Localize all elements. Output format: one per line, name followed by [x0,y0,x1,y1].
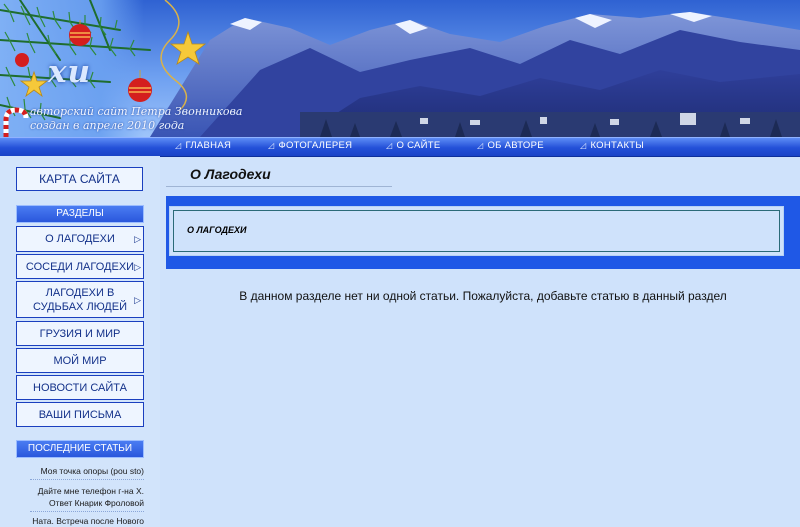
sidebar-item-label: СОСЕДИ ЛАГОДЕХИ [25,260,135,273]
sidebar-item-site-news[interactable]: НОВОСТИ САЙТА [16,375,144,400]
sidebar-item-label: О ЛАГОДЕХИ [45,233,115,245]
main-navigation: ◿ ГЛАВНАЯ ◿ ФОТОГАЛЕРЕЯ ◿ О САЙТЕ ◿ ОБ АВТОР… [0,137,800,157]
latest-article-link[interactable]: Моя точка опоры (pou sto) [16,465,144,477]
section-panel-border [173,210,780,252]
site-creation-date: создан в апреле 2010 года [30,119,185,132]
latest-article-link[interactable]: Ната. Встреча после Нового [16,515,144,527]
title-divider [166,186,392,187]
page-title: О Лагодехи [190,166,271,182]
latest-article-link[interactable]: Дайте мне телефон г-на Х. Ответ Кнарик Ф… [16,485,144,509]
nav-marker-icon: ◿ [175,141,182,150]
nav-marker-icon: ◿ [386,141,393,150]
sidebar-item-label: ЛАГОДЕХИ В СУДЬБАХ ЛЮДЕЙ [33,286,127,313]
nav-link-photogallery[interactable]: ◿ ФОТОГАЛЕРЕЯ [268,140,352,151]
article-divider [30,511,144,512]
sidebar-item-label: ВАШИ ПИСЬМА [38,408,122,421]
sidebar-item-label: МОЙ МИР [53,354,107,367]
nav-link-home[interactable]: ◿ ГЛАВНАЯ [175,140,231,151]
nav-label: КОНТАКТЫ [590,140,645,151]
sidebar-item-georgia-and-world[interactable]: ГРУЗИЯ И МИР [16,321,144,346]
nav-label: ФОТОГАЛЕРЕЯ [278,140,353,151]
sidebar-item-lagodekhi-in-lives[interactable]: ЛАГОДЕХИ В СУДЬБАХ ЛЮДЕЙ ▷ [16,281,144,318]
site-title: хи [48,54,92,90]
nav-link-contacts[interactable]: ◿ КОНТАКТЫ [580,140,644,151]
latest-articles-header: ПОСЛЕДНИЕ СТАТЬИ [16,440,144,458]
sidebar-item-label: ГРУЗИЯ И МИР [39,327,121,340]
sidebar-item-about-lagodekhi[interactable]: О ЛАГОДЕХИ ▷ [16,226,144,252]
site-subtitle: авторский сайт Петра Звонникова [30,105,243,118]
sidebar-item-label: НОВОСТИ САЙТА [33,381,127,394]
sidebar-item-your-letters[interactable]: ВАШИ ПИСЬМА [16,402,144,427]
nav-label: ГЛАВНАЯ [185,140,232,151]
sections-header: РАЗДЕЛЫ [16,205,144,223]
submenu-arrow-icon: ▷ [134,261,141,272]
nav-marker-icon: ◿ [477,141,484,150]
nav-link-about-site[interactable]: ◿ О САЙТЕ [386,140,441,151]
empty-section-message: В данном разделе нет ни одной статьи. По… [239,289,727,303]
nav-label: ОБ АВТОРЕ [487,140,544,151]
sitemap-button[interactable]: КАРТА САЙТА [16,167,143,191]
nav-marker-icon: ◿ [580,141,587,150]
article-divider [30,479,144,480]
nav-marker-icon: ◿ [268,141,275,150]
sidebar-item-my-world[interactable]: МОЙ МИР [16,348,144,373]
nav-link-about-author[interactable]: ◿ ОБ АВТОРЕ [477,140,544,151]
site-header: хи авторский сайт Петра Звонникова созда… [0,0,800,137]
submenu-arrow-icon: ▷ [134,234,141,244]
section-heading: О ЛАГОДЕХИ [187,225,247,235]
nav-label: О САЙТЕ [396,140,441,151]
sidebar-item-neighbors[interactable]: СОСЕДИ ЛАГОДЕХИ ▷ [16,254,144,279]
submenu-arrow-icon: ▷ [134,294,141,305]
